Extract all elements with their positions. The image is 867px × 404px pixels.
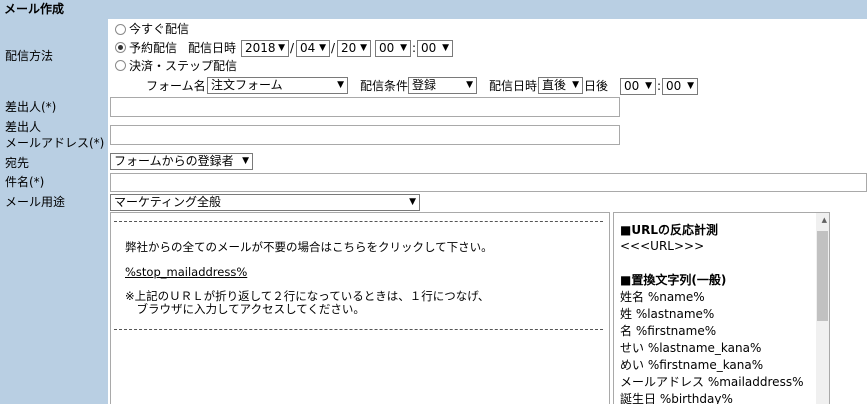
recipient-select[interactable]: フォームからの登録者 ▼ xyxy=(110,153,253,170)
radio-payment-step[interactable] xyxy=(115,60,126,71)
sender-email-input[interactable] xyxy=(110,125,620,145)
subject-input[interactable] xyxy=(110,173,867,192)
url-tracking-heading: ■URLの反応計測 xyxy=(620,223,718,237)
mail-body-editor[interactable]: 弊社からの全てのメールが不要の場合はこちらをクリックして下さい。 %stop_m… xyxy=(110,212,610,404)
scheduled-datetime-label: 配信日時 xyxy=(188,41,237,55)
year-select[interactable]: 2018 ▼ xyxy=(241,40,289,57)
hour-select[interactable]: 00 ▼ xyxy=(375,40,411,57)
replacement-item[interactable]: せい %lastname_kana% xyxy=(620,341,761,355)
radio-immediate-label[interactable]: 今すぐ配信 xyxy=(129,21,189,37)
step-datetime-label: 配信日時 xyxy=(489,79,538,93)
date-separator: / xyxy=(331,41,336,55)
step-hour-select[interactable]: 00 ▼ xyxy=(620,78,656,95)
day-select[interactable]: 20 ▼ xyxy=(337,40,371,57)
replacement-reference-panel: ■URLの反応計測 <<<URL>>> ■置換文字列(一般) 姓名 %name%… xyxy=(613,212,830,404)
chevron-down-icon: ▼ xyxy=(319,43,326,53)
dashed-divider xyxy=(114,221,603,222)
chevron-down-icon: ▼ xyxy=(409,197,416,207)
label-recipient: 宛先 xyxy=(5,156,30,170)
radio-immediate[interactable] xyxy=(115,24,126,35)
chevron-down-icon: ▼ xyxy=(337,80,344,90)
month-select[interactable]: 04 ▼ xyxy=(296,40,330,57)
page-header: メール作成 xyxy=(0,0,867,19)
step-minute-select[interactable]: 00 ▼ xyxy=(662,78,698,95)
radio-payment-step-label[interactable]: 決済・ステップ配信 xyxy=(129,58,237,74)
chevron-down-icon: ▼ xyxy=(687,81,694,91)
recipient-value: フォームからの登録者 xyxy=(114,154,234,168)
chevron-down-icon: ▼ xyxy=(572,80,579,90)
scroll-up-arrow-icon[interactable]: ▲ xyxy=(822,216,827,224)
sender-input[interactable] xyxy=(110,97,620,117)
hour-value: 00 xyxy=(379,41,395,55)
replacement-item[interactable]: メールアドレス %mailaddress% xyxy=(620,375,803,389)
body-line-unsubscribe: 弊社からの全てのメールが不要の場合はこちらをクリックして下さい。 xyxy=(125,240,493,254)
time-separator: : xyxy=(412,41,417,55)
label-column xyxy=(0,19,108,404)
chevron-down-icon: ▼ xyxy=(400,43,407,53)
scrollbar[interactable]: ▲ xyxy=(816,213,829,404)
label-sender: 差出人(*) xyxy=(5,100,57,114)
condition-select[interactable]: 登録 ▼ xyxy=(408,77,477,94)
condition-value: 登録 xyxy=(412,78,437,92)
day-value: 20 xyxy=(341,41,357,55)
label-sender-email-line1: 差出人 xyxy=(5,120,42,134)
page-title: メール作成 xyxy=(4,2,65,16)
scrollbar-thumb[interactable] xyxy=(817,231,828,321)
chevron-down-icon: ▼ xyxy=(278,43,285,53)
chevron-down-icon: ▼ xyxy=(360,43,367,53)
step-hour-value: 00 xyxy=(624,79,640,93)
chevron-down-icon: ▼ xyxy=(442,43,449,53)
month-value: 04 xyxy=(300,41,316,55)
label-mail-purpose: メール用途 xyxy=(5,195,66,209)
label-delivery-method: 配信方法 xyxy=(5,49,54,63)
replacement-heading: ■置換文字列(一般) xyxy=(620,273,727,287)
chevron-down-icon: ▼ xyxy=(466,80,473,90)
body-line-note2: ブラウザに入力してアクセスしてください。 xyxy=(125,302,365,316)
dashed-divider xyxy=(114,329,603,330)
label-sender-email-line2: メールアドレス(*) xyxy=(5,136,105,150)
replacement-item[interactable]: 姓名 %name% xyxy=(620,290,705,304)
time-separator: : xyxy=(657,79,662,93)
replacement-item[interactable]: 姓 %lastname% xyxy=(620,307,714,321)
radio-scheduled-label[interactable]: 予約配信 xyxy=(129,40,177,56)
mail-purpose-select[interactable]: マーケティング全般 ▼ xyxy=(110,194,420,211)
minute-select[interactable]: 00 ▼ xyxy=(417,40,453,57)
form-name-label: フォーム名 xyxy=(146,79,206,93)
form-name-select[interactable]: 注文フォーム ▼ xyxy=(207,77,348,94)
replacement-item[interactable]: めい %firstname_kana% xyxy=(620,358,763,372)
condition-label: 配信条件 xyxy=(360,79,409,93)
step-minute-value: 00 xyxy=(666,79,682,93)
year-value: 2018 xyxy=(245,41,276,55)
date-separator: / xyxy=(290,41,295,55)
replacement-item[interactable]: 誕生日 %birthday% xyxy=(620,392,733,404)
chevron-down-icon: ▼ xyxy=(645,81,652,91)
minute-value: 00 xyxy=(421,41,437,55)
mail-purpose-value: マーケティング全般 xyxy=(114,195,222,209)
replacement-item[interactable]: 名 %firstname% xyxy=(620,324,716,338)
radio-scheduled[interactable] xyxy=(115,42,126,53)
step-timing-value: 直後 xyxy=(542,78,567,92)
url-tag[interactable]: <<<URL>>> xyxy=(620,239,704,253)
body-line-stop-tag: %stop_mailaddress% xyxy=(125,265,248,279)
chevron-down-icon: ▼ xyxy=(242,156,249,166)
form-name-value: 注文フォーム xyxy=(211,78,283,92)
label-subject: 件名(*) xyxy=(5,175,45,189)
step-timing-select[interactable]: 直後 ▼ xyxy=(538,77,583,94)
days-after-label: 日後 xyxy=(584,79,609,93)
